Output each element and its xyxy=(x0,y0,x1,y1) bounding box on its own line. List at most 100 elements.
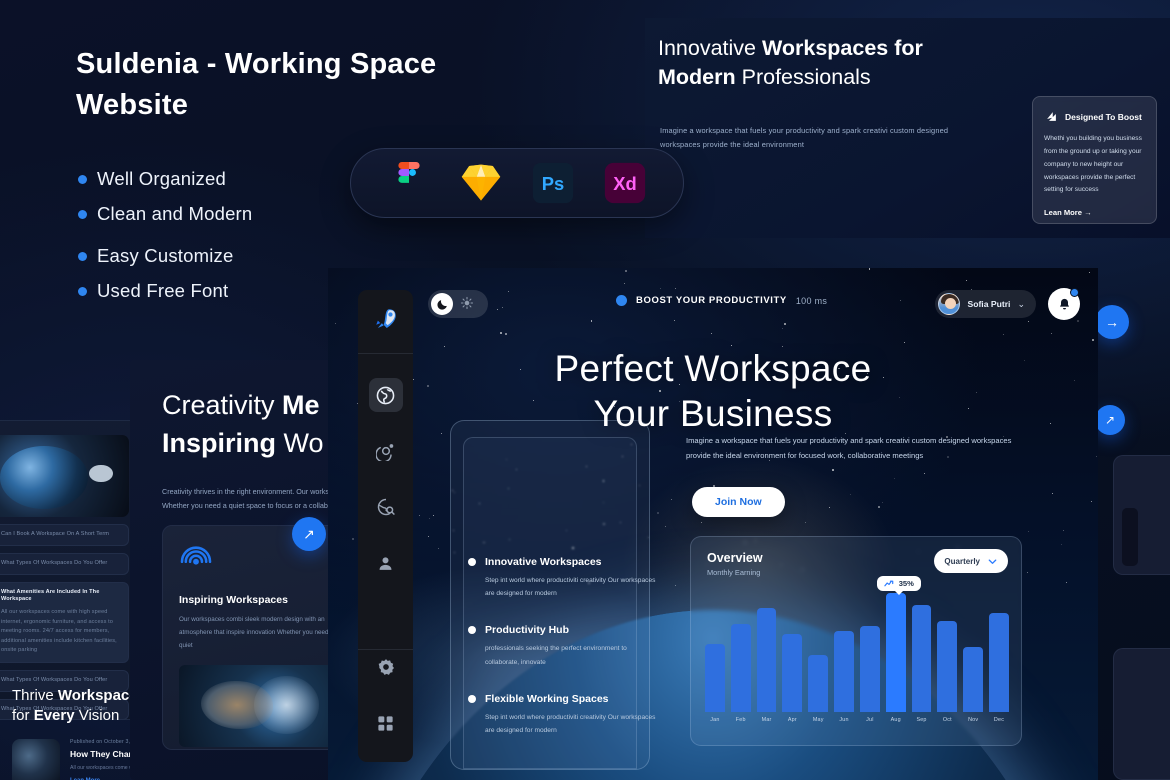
status-dot-icon xyxy=(616,295,627,306)
notifications-button[interactable] xyxy=(1048,288,1080,320)
hero-preview-card: Innovative Workspaces for Modern Profess… xyxy=(645,18,1170,238)
bar-label: Aug xyxy=(891,717,901,723)
hero-heading: Perfect Workspace Your Business xyxy=(328,346,1098,436)
sidebar-nav xyxy=(369,378,403,649)
bar xyxy=(757,608,777,712)
hero-paragraph: Imagine a workspace that fuels your prod… xyxy=(686,433,1036,463)
user-menu-button[interactable]: Sofia Putri ⌄ xyxy=(935,290,1036,318)
inspiring-workspaces-card: Inspiring Workspaces Our workspaces comb… xyxy=(162,525,352,750)
bar-label: Nov xyxy=(968,717,978,723)
avatar xyxy=(938,293,960,315)
bar-column: Dec xyxy=(989,593,1009,723)
bar-label: Sep xyxy=(916,717,926,723)
bar-column: Jul xyxy=(860,593,880,723)
designed-to-boost-card: Designed To Boost Whethi you building yo… xyxy=(1032,96,1157,224)
join-now-button[interactable]: Join Now xyxy=(692,487,785,517)
offscreen-panel xyxy=(1113,648,1170,780)
chart-tooltip-value: 35% xyxy=(899,579,914,588)
grid-icon xyxy=(376,714,395,733)
bar-column: Jun xyxy=(834,593,854,723)
app-logo[interactable] xyxy=(373,306,399,337)
rocket-icon xyxy=(373,306,399,332)
heading-part: Vision xyxy=(75,707,120,724)
user-name-label: Sofia Putri xyxy=(967,299,1010,309)
bullet-icon xyxy=(78,287,87,296)
bar-chart: Jan Feb Mar Apr May Jun Jul Aug Sep Oct Nov Dec xyxy=(705,593,1009,723)
status-badge-label: BOOST YOUR PRODUCTIVITY xyxy=(636,295,787,306)
feature-description: Step int world where productiviti creati… xyxy=(485,711,658,737)
heading-part: Creativity xyxy=(162,390,282,420)
bar xyxy=(808,655,828,712)
heading-part: Modern xyxy=(658,65,736,89)
faq-item[interactable]: Can I Book A Workspace On A Short Term xyxy=(0,524,129,546)
signal-icon xyxy=(179,543,213,577)
space-photo xyxy=(0,435,129,517)
sun-icon xyxy=(460,296,474,313)
sidebar-item-settings[interactable] xyxy=(369,650,403,684)
globe-search-icon xyxy=(376,497,396,517)
bar xyxy=(705,644,725,712)
faq-item[interactable]: What Amenities Are Included In The Works… xyxy=(0,582,129,663)
bar-column: Nov xyxy=(963,593,983,723)
faq-panel: Can I Book A Workspace On A Short Term W… xyxy=(0,420,143,720)
bar-label: May xyxy=(813,717,824,723)
sidebar-item-globe-search[interactable] xyxy=(369,490,403,524)
bar xyxy=(834,631,854,712)
heading-part: Me xyxy=(282,390,320,420)
globe-icon xyxy=(375,385,396,406)
feature-description: Step int world where productiviti creati… xyxy=(485,574,658,600)
theme-toggle[interactable] xyxy=(428,290,488,318)
card-title: Inspiring Workspaces xyxy=(179,594,335,606)
feature-title: Flexible Working Spaces xyxy=(485,693,609,705)
faq-item[interactable]: What Types Of Workspaces Do You Offer xyxy=(0,553,129,575)
period-select-value: Quarterly xyxy=(944,557,980,566)
overview-chart-card: Overview Monthly Earning Quarterly Jan Fe… xyxy=(690,536,1022,746)
list-item: Easy Customize xyxy=(78,245,408,267)
open-link-button[interactable]: ↗ xyxy=(1095,405,1125,435)
chart-tooltip: 35% xyxy=(877,576,921,591)
heading-part: Thrive xyxy=(12,687,58,704)
bar xyxy=(912,605,932,712)
sidebar-item-globe[interactable] xyxy=(369,378,403,412)
bell-icon xyxy=(1057,297,1072,312)
heading-part: Every xyxy=(34,707,75,724)
bullet-icon xyxy=(468,695,476,703)
svg-text:Ps: Ps xyxy=(542,173,564,194)
sidebar-item-orbit[interactable] xyxy=(369,434,403,468)
sidebar-item-apps[interactable] xyxy=(369,706,403,740)
photoshop-icon: Ps xyxy=(532,162,574,204)
bar-column: Feb xyxy=(731,593,751,723)
designed-to-boost-title: Designed To Boost xyxy=(1065,112,1142,122)
offscreen-panel xyxy=(1113,455,1170,575)
bar-column: Jan xyxy=(705,593,725,723)
learn-more-link[interactable]: Lean More → xyxy=(1044,208,1145,217)
sketch-icon xyxy=(460,162,502,204)
next-slide-button[interactable]: → xyxy=(1095,305,1129,339)
latency-value: 100 ms xyxy=(796,296,827,306)
open-card-button[interactable]: ↗ xyxy=(292,517,326,551)
feature-title: Productivity Hub xyxy=(485,624,569,636)
bar xyxy=(782,634,802,712)
bar-column: Oct xyxy=(937,593,957,723)
period-select[interactable]: Quarterly xyxy=(934,549,1008,573)
feature-list: Innovative Workspaces Step int world whe… xyxy=(468,556,658,761)
svg-text:Xd: Xd xyxy=(613,173,636,194)
adobe-xd-icon: Xd xyxy=(604,162,646,204)
bar-label: Jun xyxy=(839,717,848,723)
sidebar-bottom-nav xyxy=(369,650,403,740)
heading-part: Workspaces for xyxy=(762,36,923,60)
sidebar-item-profile[interactable] xyxy=(369,546,403,580)
page-title: Suldenia - Working Space Website xyxy=(76,44,476,126)
bar-label: Jan xyxy=(710,717,719,723)
bar-column: Aug xyxy=(886,593,906,723)
post-thumbnail xyxy=(12,739,60,780)
bar-column: Apr xyxy=(782,593,802,723)
feature-description: professionals seeking the perfect enviro… xyxy=(485,642,658,668)
bar-column: Sep xyxy=(912,593,932,723)
designed-to-boost-body: Whethi you building you business from th… xyxy=(1044,133,1145,197)
bar xyxy=(937,621,957,712)
poster-stage: Suldenia - Working Space Website Well Or… xyxy=(0,0,1170,780)
notification-dot-icon xyxy=(1070,288,1079,297)
hero-heading-line: Your Business xyxy=(328,391,1098,436)
figma-icon xyxy=(388,162,430,204)
